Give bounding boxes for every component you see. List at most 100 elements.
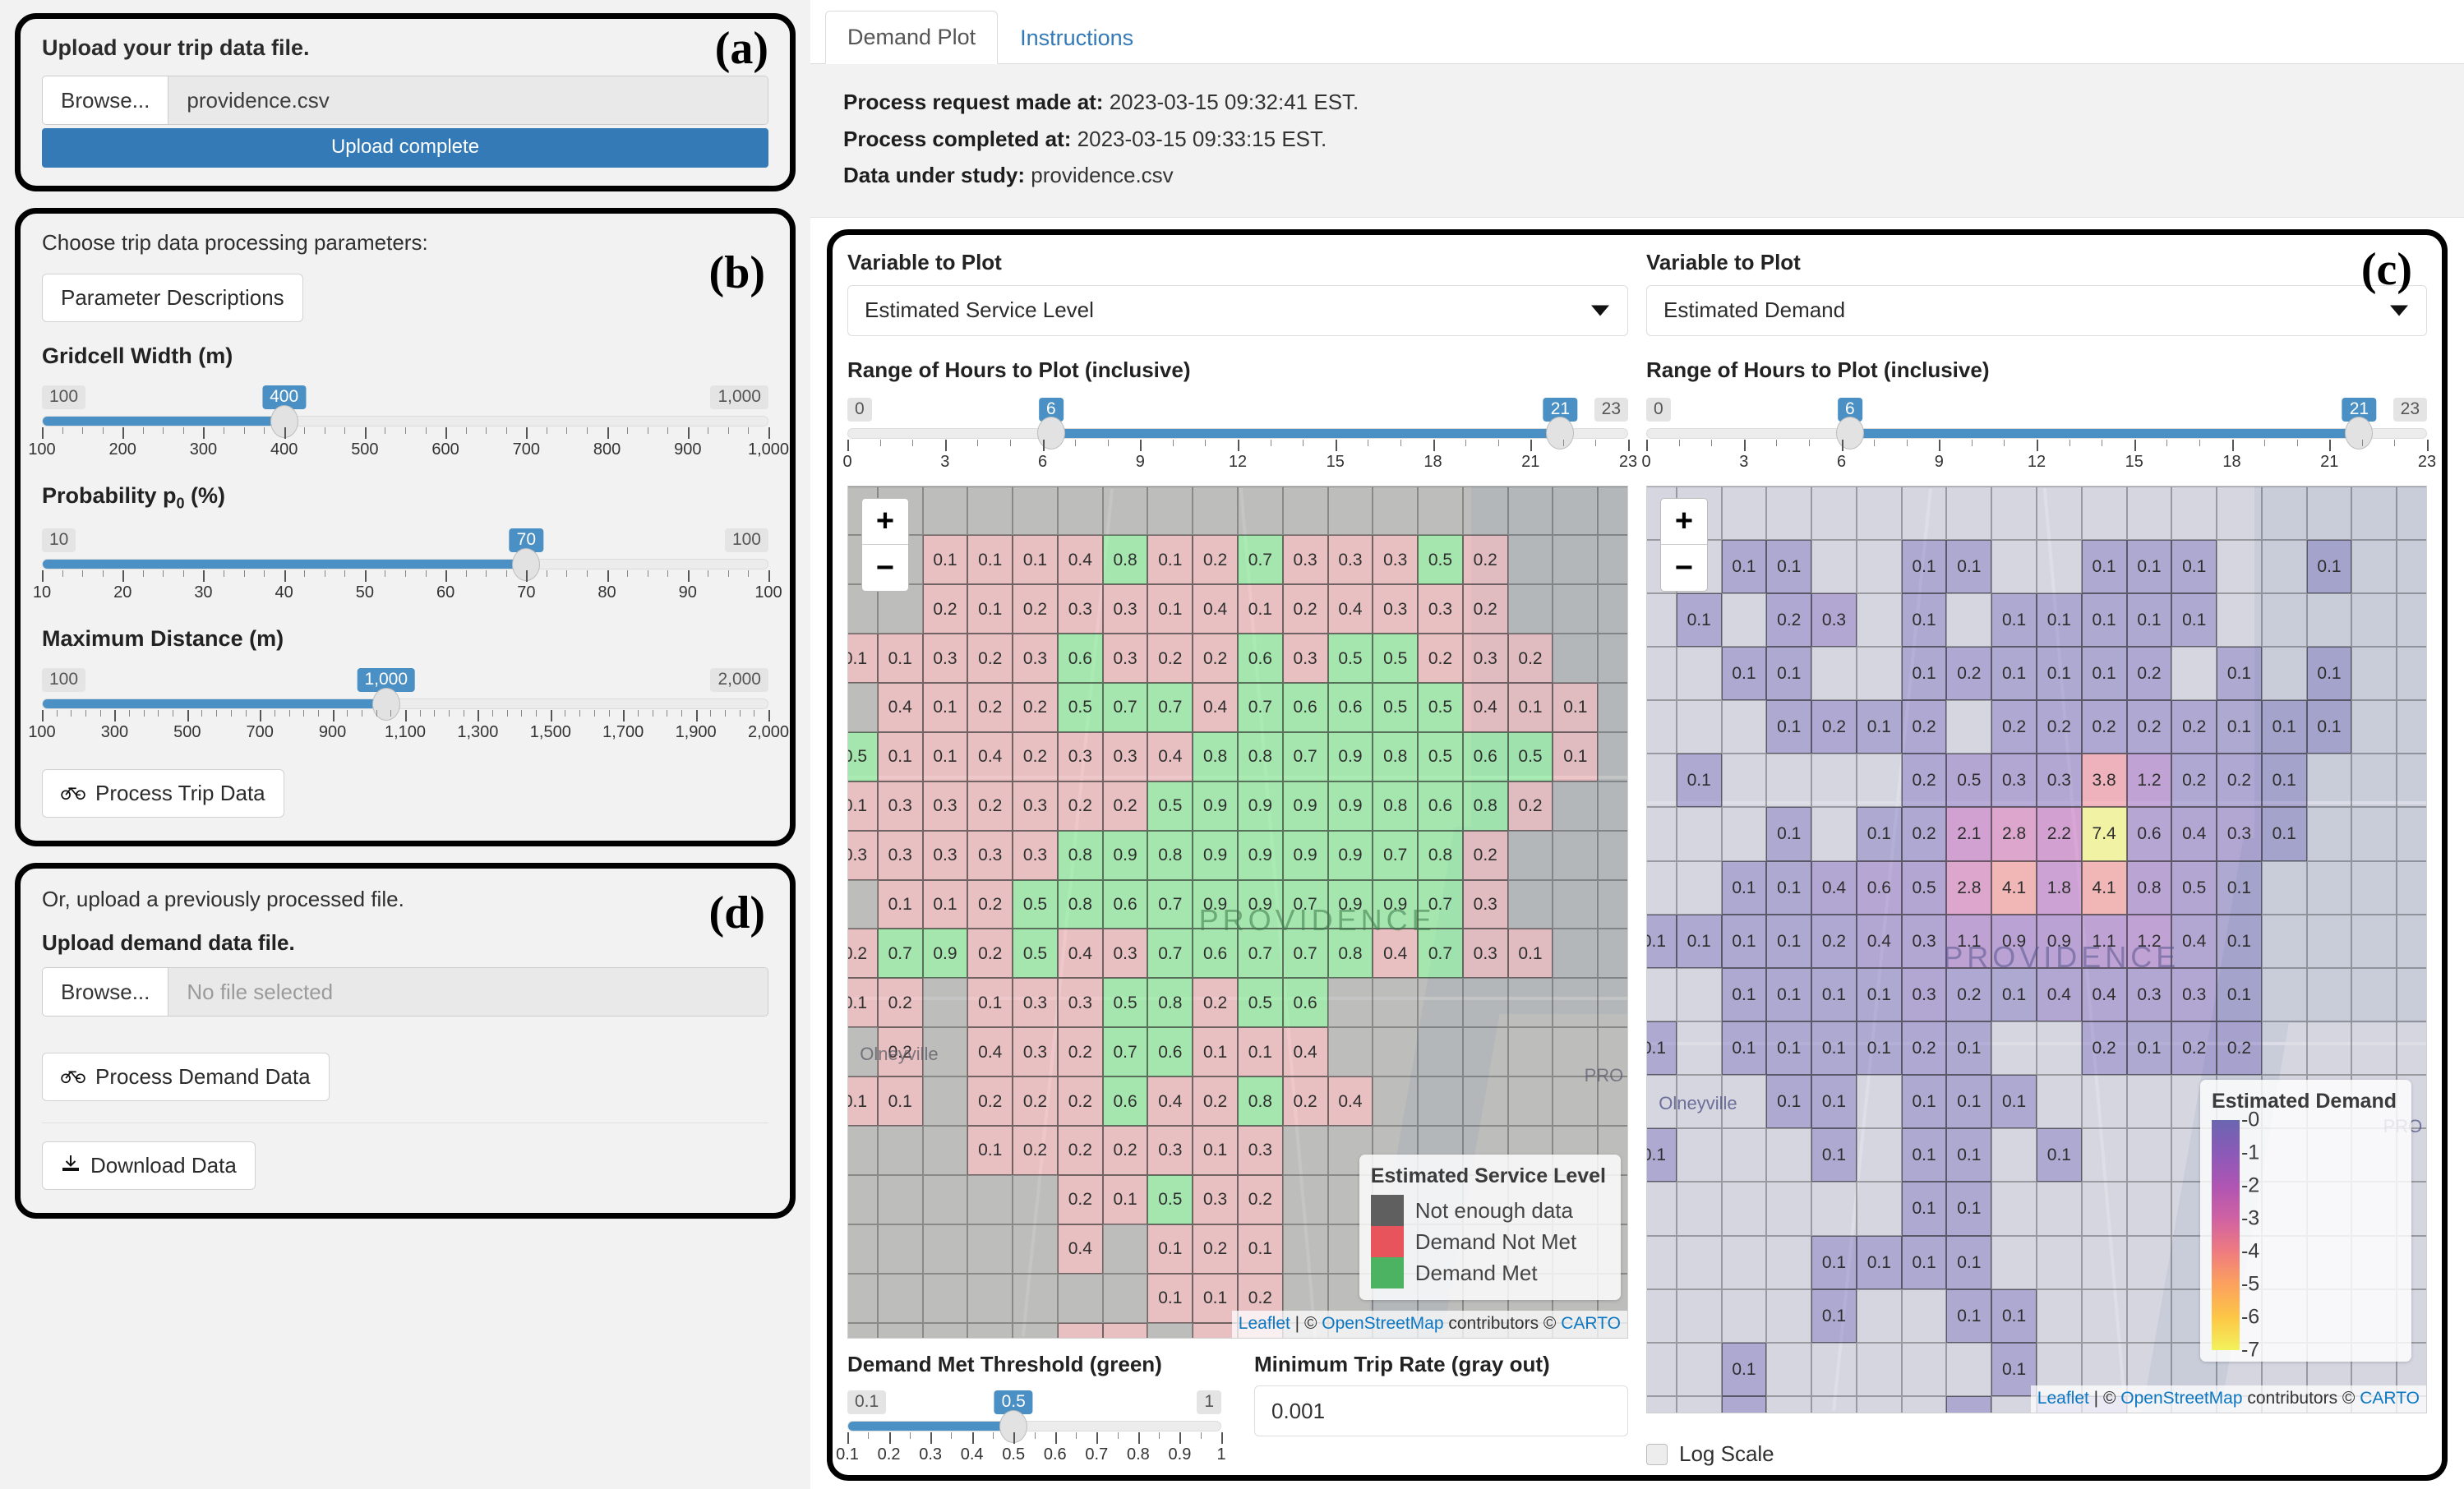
grid-cell[interactable]: 0.9 bbox=[1328, 880, 1373, 929]
grid-cell[interactable]: 0.9 bbox=[1328, 831, 1373, 880]
grid-cell[interactable]: 0.3 bbox=[1193, 1175, 1238, 1224]
grid-cell[interactable] bbox=[2351, 486, 2397, 540]
grid-cell[interactable]: 0.9 bbox=[1238, 880, 1283, 929]
grid-cell[interactable] bbox=[1553, 1027, 1598, 1076]
grid-cell[interactable] bbox=[1553, 486, 1598, 536]
grid-cell[interactable]: 0.1 bbox=[967, 584, 1013, 634]
grid-cell[interactable] bbox=[1677, 1021, 1722, 1075]
grid-cell[interactable] bbox=[2262, 540, 2307, 593]
grid-cell[interactable]: 0.8 bbox=[2127, 861, 2172, 915]
grid-cell[interactable]: 0.1 bbox=[1646, 1021, 1677, 1075]
grid-cell[interactable]: 0.1 bbox=[1811, 1075, 1857, 1128]
grid-cell[interactable]: 0.7 bbox=[1238, 535, 1283, 584]
grid-cell[interactable]: 0.5 bbox=[1373, 683, 1418, 732]
grid-cell[interactable]: 0.1 bbox=[2127, 593, 2172, 647]
grid-cell[interactable] bbox=[2262, 486, 2307, 540]
grid-cell[interactable]: 0.3 bbox=[1058, 584, 1103, 634]
grid-cell[interactable] bbox=[1646, 1236, 1677, 1289]
grid-cell[interactable]: 0.9 bbox=[923, 929, 968, 978]
grid-cell[interactable] bbox=[1857, 1289, 1902, 1343]
grid-cell[interactable] bbox=[878, 1323, 923, 1339]
grid-cell[interactable] bbox=[1463, 486, 1508, 536]
grid-cell[interactable]: 0.1 bbox=[1991, 1289, 2037, 1343]
grid-cell[interactable] bbox=[2397, 1021, 2427, 1075]
grid-cell[interactable]: 0.1 bbox=[1991, 647, 2037, 700]
grid-cell[interactable]: 0.8 bbox=[1328, 929, 1373, 978]
grid-cell[interactable] bbox=[1328, 1027, 1373, 1076]
grid-cell[interactable]: 0.5 bbox=[1946, 754, 1991, 807]
grid-cell[interactable] bbox=[1508, 978, 1553, 1027]
grid-cell[interactable]: 0.5 bbox=[1328, 634, 1373, 683]
grid-cell[interactable]: 4.1 bbox=[1991, 861, 2037, 915]
grid-cell[interactable]: 0.1 bbox=[1193, 1274, 1238, 1323]
grid-cell[interactable]: 0.2 bbox=[878, 1027, 923, 1076]
grid-cell[interactable]: 0.2 bbox=[1193, 1076, 1238, 1126]
grid-cell[interactable] bbox=[2351, 540, 2397, 593]
grid-cell[interactable] bbox=[1598, 880, 1628, 929]
grid-cell[interactable] bbox=[1598, 831, 1628, 880]
grid-cell[interactable] bbox=[923, 1323, 968, 1339]
grid-cell[interactable]: 0.9 bbox=[1373, 880, 1418, 929]
slider-track[interactable] bbox=[1646, 428, 2427, 439]
grid-cell[interactable] bbox=[2351, 915, 2397, 968]
grid-cell[interactable] bbox=[967, 1175, 1013, 1224]
grid-cell[interactable] bbox=[1811, 754, 1857, 807]
grid-cell[interactable] bbox=[1902, 1396, 1947, 1413]
grid-cell[interactable]: 0.2 bbox=[1991, 700, 2037, 754]
grid-cell[interactable]: 0.1 bbox=[1857, 968, 1902, 1021]
grid-cell[interactable] bbox=[2397, 486, 2427, 540]
grid-cell[interactable]: 0.3 bbox=[923, 781, 968, 831]
grid-cell[interactable]: 0.5 bbox=[1508, 732, 1553, 781]
grid-cell[interactable]: 0.1 bbox=[1553, 683, 1598, 732]
grid-cell[interactable] bbox=[2351, 700, 2397, 754]
grid-cell[interactable]: 0.1 bbox=[1238, 1027, 1283, 1076]
grid-cell[interactable] bbox=[1677, 1236, 1722, 1289]
grid-cell[interactable]: 0.2 bbox=[1902, 807, 1947, 860]
grid-cell[interactable] bbox=[1283, 1126, 1328, 1175]
grid-cell[interactable] bbox=[878, 1274, 923, 1323]
grid-cell[interactable]: 0.2 bbox=[1058, 781, 1103, 831]
grid-cell[interactable]: 0.9 bbox=[1328, 732, 1373, 781]
grid-cell[interactable] bbox=[1677, 1075, 1722, 1128]
grid-cell[interactable]: 1.1 bbox=[1946, 915, 1991, 968]
grid-cell[interactable] bbox=[2351, 968, 2397, 1021]
grid-cell[interactable]: 0.2 bbox=[1508, 634, 1553, 683]
grid-cell[interactable]: 0.3 bbox=[1463, 929, 1508, 978]
grid-cell[interactable]: 0.1 bbox=[1147, 584, 1193, 634]
grid-cell[interactable]: 0.1 bbox=[2171, 593, 2217, 647]
grid-cell[interactable] bbox=[1646, 807, 1677, 860]
slider-track[interactable] bbox=[42, 559, 768, 569]
grid-cell[interactable]: 0.1 bbox=[1902, 647, 1947, 700]
grid-cell[interactable]: 0.2 bbox=[1193, 535, 1238, 584]
grid-cell[interactable]: 0.3 bbox=[2037, 754, 2082, 807]
grid-cell[interactable]: 0.2 bbox=[1902, 700, 1947, 754]
hours-range-slider-left[interactable]: 02362103691215182123 bbox=[847, 393, 1628, 474]
grid-cell[interactable] bbox=[1902, 1343, 1947, 1396]
grid-cell[interactable]: 0.9 bbox=[1193, 831, 1238, 880]
grid-cell[interactable]: 0.1 bbox=[1991, 968, 2037, 1021]
grid-cell[interactable]: 0.1 bbox=[2171, 540, 2217, 593]
grid-cell[interactable]: 0.1 bbox=[1766, 807, 1811, 860]
grid-cell[interactable] bbox=[923, 1126, 968, 1175]
grid-cell[interactable]: 0.3 bbox=[1811, 593, 1857, 647]
grid-cell[interactable] bbox=[2082, 1236, 2127, 1289]
grid-cell[interactable]: 0.2 bbox=[1147, 634, 1193, 683]
slider-track[interactable] bbox=[42, 698, 768, 709]
process-trip-data-button[interactable]: Process Trip Data bbox=[42, 769, 284, 818]
slider-track[interactable] bbox=[847, 1421, 1221, 1431]
grid-cell[interactable]: 1.8 bbox=[2037, 861, 2082, 915]
grid-cell[interactable]: 0.7 bbox=[1238, 929, 1283, 978]
grid-cell[interactable]: 0.3 bbox=[1013, 978, 1058, 1027]
grid-cell[interactable]: 0.9 bbox=[1328, 781, 1373, 831]
grid-cell[interactable]: 0.2 bbox=[1193, 634, 1238, 683]
grid-cell[interactable]: 0.7 bbox=[1283, 929, 1328, 978]
grid-cell[interactable]: 0.1 bbox=[1147, 1224, 1193, 1274]
zoom-in-icon[interactable]: + bbox=[1661, 499, 1707, 545]
grid-cell[interactable]: 0.1 bbox=[1722, 540, 1767, 593]
grid-cell[interactable]: 0.5 bbox=[1418, 535, 1463, 584]
grid-cell[interactable]: 0.6 bbox=[1058, 634, 1103, 683]
grid-cell[interactable]: 2.8 bbox=[1991, 807, 2037, 860]
grid-cell[interactable] bbox=[1598, 683, 1628, 732]
grid-cell[interactable]: 0.7 bbox=[1147, 683, 1193, 732]
grid-cell[interactable]: 0.2 bbox=[1463, 535, 1508, 584]
